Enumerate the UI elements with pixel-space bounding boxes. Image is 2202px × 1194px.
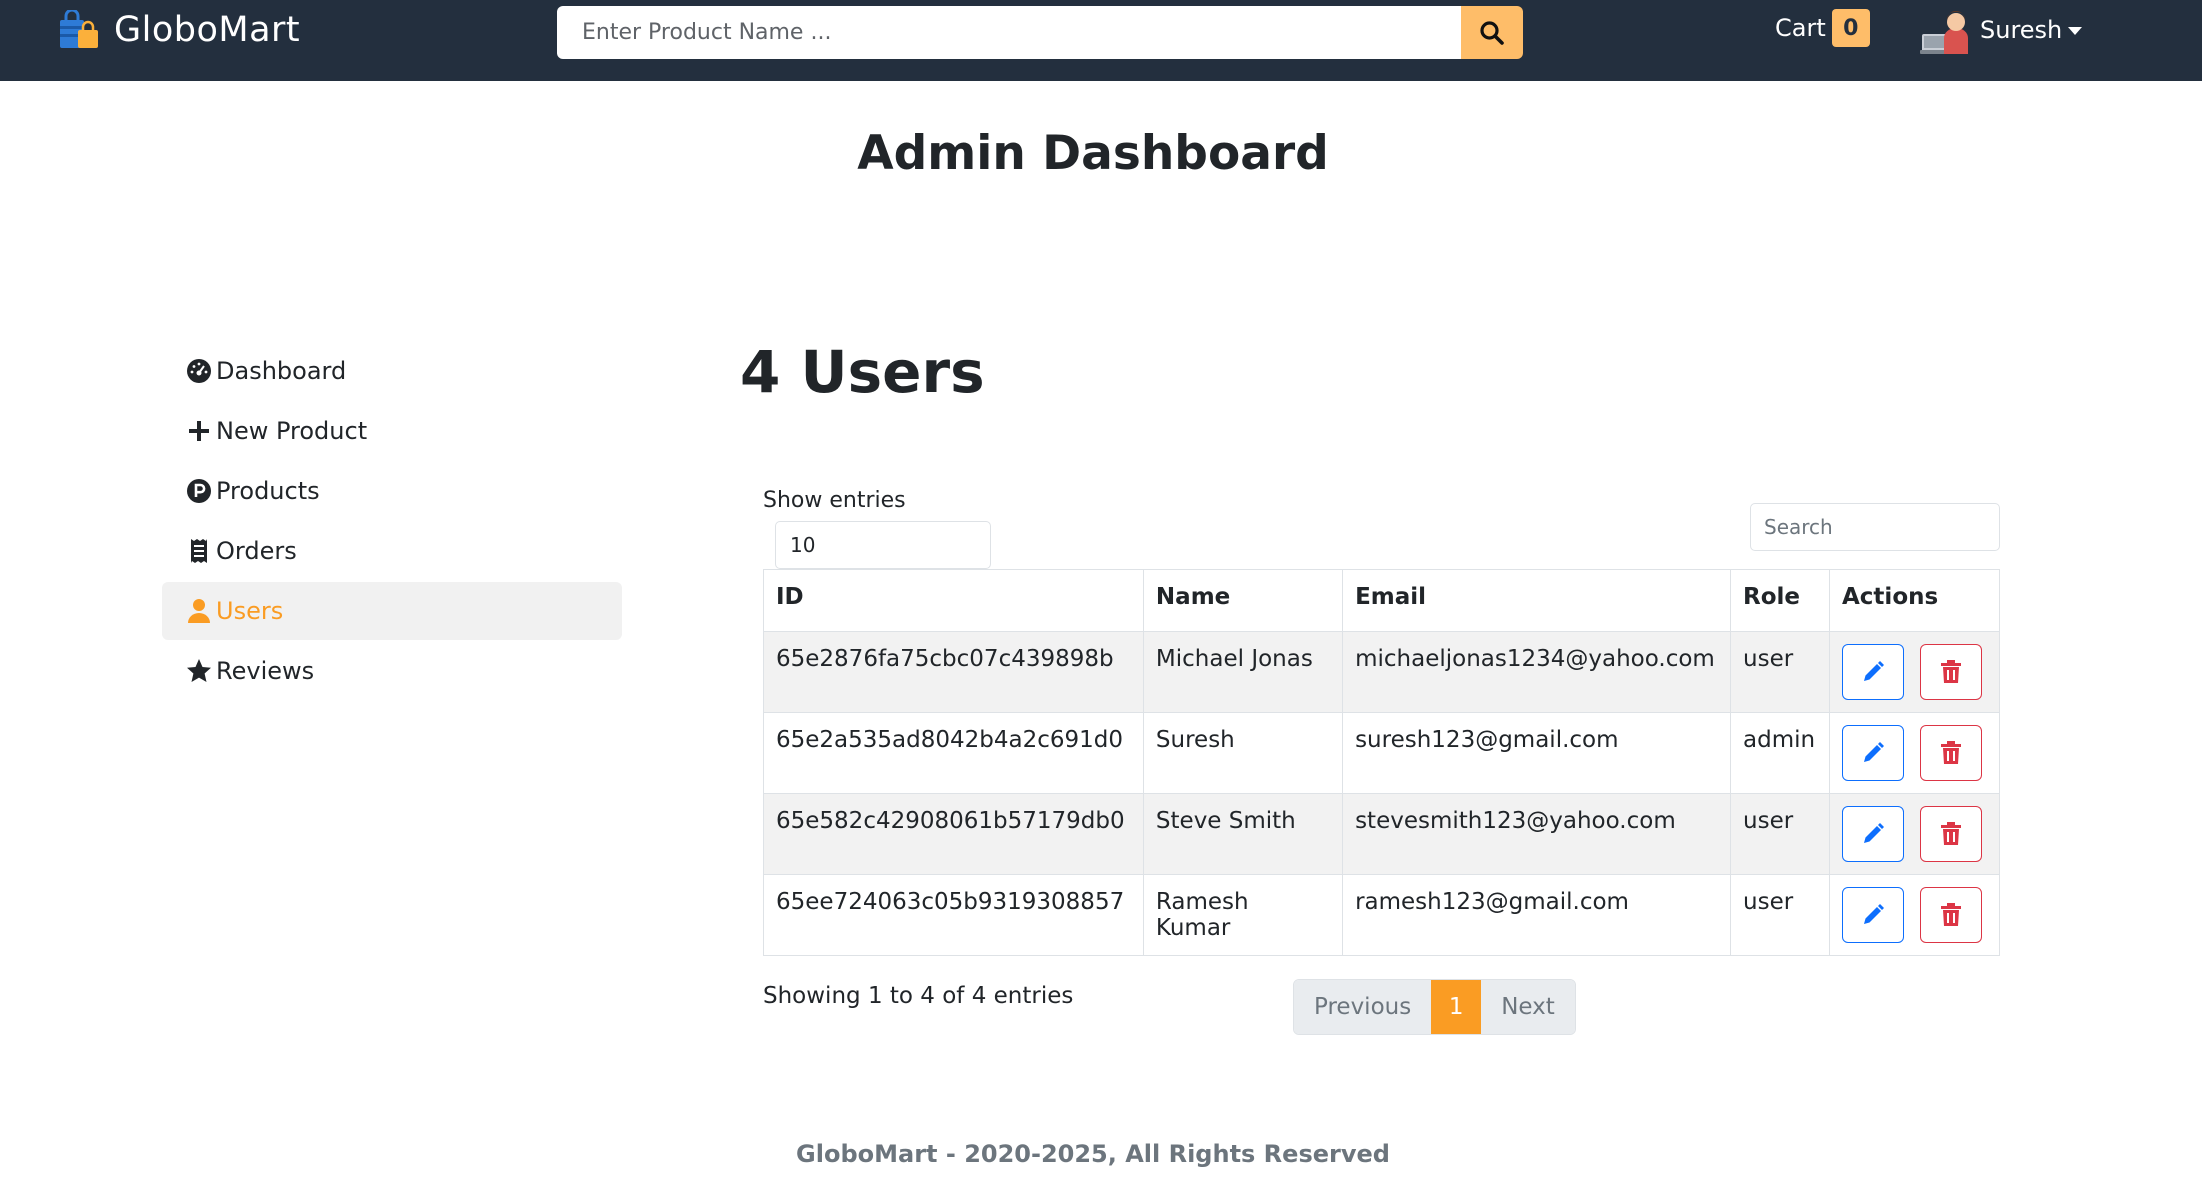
edit-user-button[interactable] (1842, 725, 1904, 781)
cell-id: 65e2876fa75cbc07c439898b (763, 631, 1144, 713)
cart-label: Cart (1775, 14, 1826, 42)
column-header-role[interactable]: Role (1730, 569, 1830, 632)
pencil-icon (1864, 661, 1884, 681)
delete-user-button[interactable] (1920, 887, 1983, 943)
sidebar-item-dashboard[interactable]: Dashboard (162, 342, 622, 400)
cell-name: Ramesh Kumar (1142, 874, 1344, 956)
receipt-icon (186, 538, 212, 564)
cart-count-badge: 0 (1831, 9, 1870, 47)
star-icon (186, 658, 212, 684)
sidebar-item-products[interactable]: Products (162, 462, 622, 520)
sidebar-item-users[interactable]: Users (162, 582, 622, 640)
plus-icon (186, 418, 212, 444)
brand-name: GloboMart (114, 10, 301, 50)
delete-user-button[interactable] (1920, 644, 1983, 700)
table-row: 65e2876fa75cbc07c439898b Michael Jonas m… (763, 631, 2000, 713)
column-header-name[interactable]: Name (1142, 569, 1344, 632)
pencil-icon (1864, 904, 1884, 924)
table-row: 65e2a535ad8042b4a2c691d0 Suresh suresh12… (763, 712, 2000, 794)
product-circle-icon (186, 478, 212, 504)
cell-email: ramesh123@gmail.com (1342, 874, 1732, 956)
pagination-page-1-button[interactable]: 1 (1431, 980, 1482, 1034)
cart-link[interactable]: Cart 0 (1775, 9, 1870, 47)
brand-link[interactable]: GloboMart (58, 8, 300, 52)
cell-role: user (1730, 631, 1830, 713)
user-icon (186, 598, 212, 624)
user-name: Suresh (1980, 16, 2063, 44)
cell-actions (1829, 793, 2000, 875)
sidebar-item-label: Users (216, 597, 284, 625)
cell-id: 65ee724063c05b9319308857 (763, 874, 1144, 956)
product-search-bar (557, 6, 1523, 59)
trash-icon (1941, 822, 1962, 845)
sidebar-item-label: Orders (216, 537, 297, 565)
table-info-text: Showing 1 to 4 of 4 entries (763, 983, 1074, 1009)
footer-copyright: GloboMart - 2020-2025, All Rights Reserv… (796, 1140, 1390, 1168)
chevron-down-icon (2068, 27, 2083, 35)
cell-email: michaeljonas1234@yahoo.com (1342, 631, 1732, 713)
sidebar-item-label: Reviews (216, 657, 315, 685)
column-header-id[interactable]: ID (763, 569, 1144, 632)
user-avatar-icon (1920, 11, 1968, 54)
table-header-row: ID Name Email Role Actions (763, 569, 2000, 632)
cell-name: Michael Jonas (1142, 631, 1344, 713)
users-count-heading: 4 Users (740, 338, 985, 406)
show-entries-label: Show entries (763, 488, 906, 513)
cell-actions (1829, 712, 2000, 794)
trash-icon (1941, 741, 1962, 764)
table-search-input[interactable] (1750, 503, 2000, 551)
edit-user-button[interactable] (1842, 887, 1904, 943)
column-header-email[interactable]: Email (1342, 569, 1732, 632)
cell-email: suresh123@gmail.com (1342, 712, 1732, 794)
top-navbar: GloboMart Cart 0 Suresh (0, 0, 2202, 81)
cell-id: 65e2a535ad8042b4a2c691d0 (763, 712, 1144, 794)
sidebar-item-label: Dashboard (216, 357, 347, 385)
search-icon (1480, 20, 1504, 45)
users-table: ID Name Email Role Actions 65e2876fa75cb… (763, 569, 2000, 956)
cell-name: Steve Smith (1142, 793, 1344, 875)
edit-user-button[interactable] (1842, 644, 1904, 700)
entries-per-page-select[interactable]: 10 (775, 521, 991, 569)
edit-user-button[interactable] (1842, 806, 1904, 862)
cell-name: Suresh (1142, 712, 1344, 794)
sidebar-item-label: New Product (216, 417, 368, 445)
delete-user-button[interactable] (1920, 806, 1983, 862)
shopping-bag-logo-icon (60, 10, 98, 48)
admin-sidebar: Dashboard New Product Products Orders Us… (162, 342, 622, 702)
cell-role: user (1730, 793, 1830, 875)
delete-user-button[interactable] (1920, 725, 1983, 781)
sidebar-item-label: Products (216, 477, 320, 505)
user-dropdown-toggle[interactable]: Suresh (1920, 4, 2083, 56)
cell-email: stevesmith123@yahoo.com (1342, 793, 1732, 875)
trash-icon (1941, 660, 1962, 683)
trash-icon (1941, 903, 1962, 926)
product-search-input[interactable] (557, 6, 1461, 59)
cell-actions (1829, 631, 2000, 713)
page-title: Admin Dashboard (857, 126, 1329, 181)
pagination-next-button[interactable]: Next (1481, 980, 1575, 1034)
sidebar-item-reviews[interactable]: Reviews (162, 642, 622, 700)
search-button[interactable] (1461, 6, 1523, 59)
column-header-actions: Actions (1829, 569, 2000, 632)
table-row: 65e582c42908061b57179db0 Steve Smith ste… (763, 793, 2000, 875)
pencil-icon (1864, 823, 1884, 843)
dashboard-gauge-icon (186, 358, 212, 384)
cell-actions (1829, 874, 2000, 956)
cell-role: admin (1730, 712, 1830, 794)
pagination: Previous 1 Next (1293, 979, 1576, 1035)
pagination-previous-button[interactable]: Previous (1294, 980, 1432, 1034)
cell-role: user (1730, 874, 1830, 956)
pencil-icon (1864, 742, 1884, 762)
cell-id: 65e582c42908061b57179db0 (763, 793, 1144, 875)
sidebar-item-orders[interactable]: Orders (162, 522, 622, 580)
sidebar-item-new-product[interactable]: New Product (162, 402, 622, 460)
table-row: 65ee724063c05b9319308857 Ramesh Kumar ra… (763, 874, 2000, 956)
